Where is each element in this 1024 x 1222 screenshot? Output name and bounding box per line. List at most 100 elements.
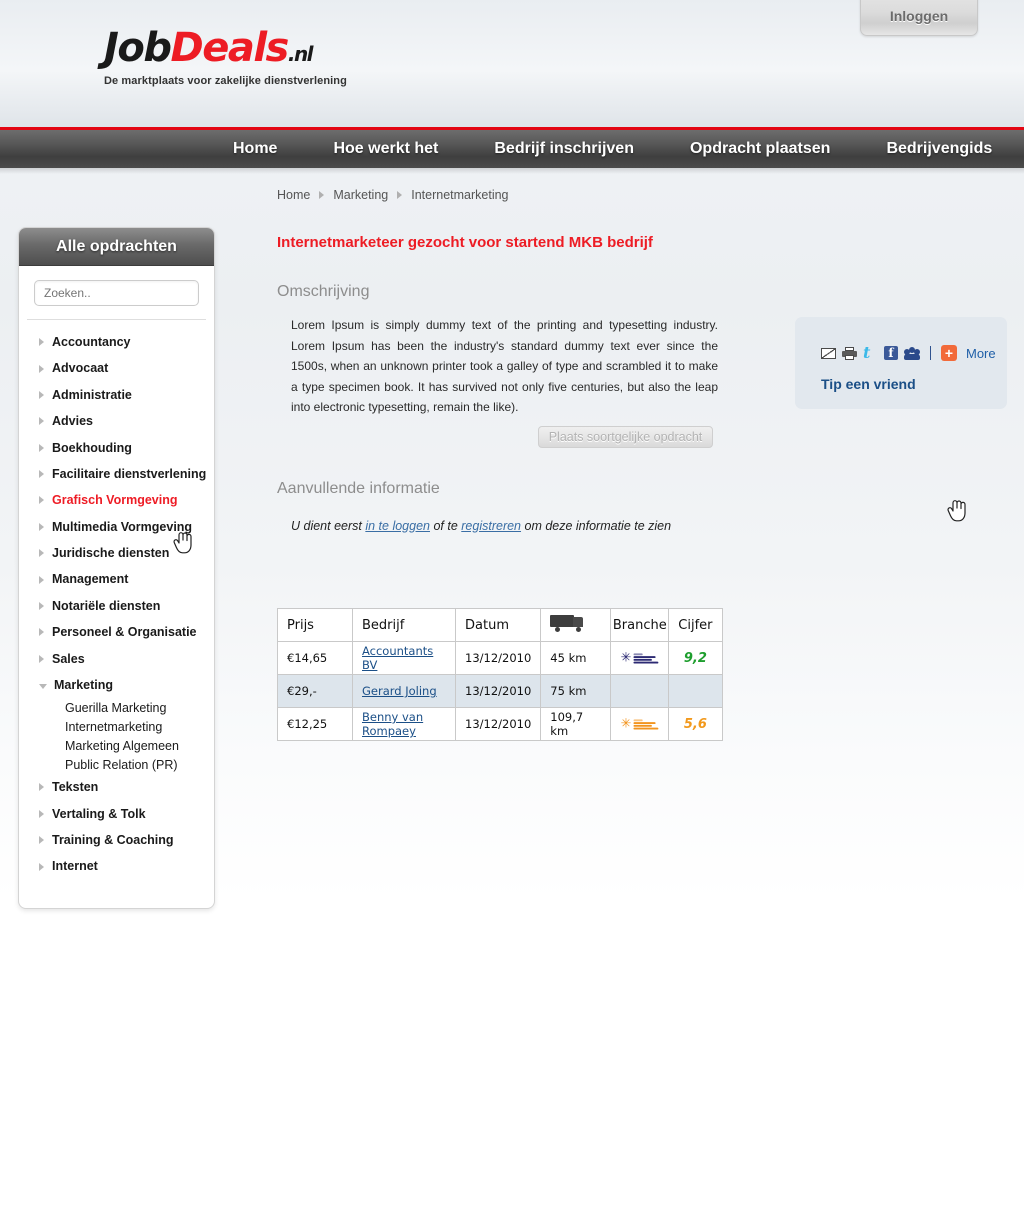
sidebar-item-label: Training & Coaching	[52, 833, 174, 847]
cell-prijs: €12,25	[277, 707, 353, 741]
chevron-right-icon	[39, 364, 44, 373]
chevron-right-icon	[39, 338, 44, 347]
sidebar-item-label: Marketing	[54, 677, 114, 692]
chevron-right-icon	[39, 443, 44, 452]
print-icon[interactable]	[842, 346, 857, 360]
company-link[interactable]: Benny van Rompaey	[362, 710, 423, 738]
sidebar-item-vertaling-tolk[interactable]: Vertaling & Tolk	[19, 801, 214, 827]
sidebar-item-grafisch-vormgeving[interactable]: Grafisch Vormgeving	[19, 487, 214, 513]
sidebar-item-label: Management	[52, 572, 129, 587]
nav-item-opdracht-plaatsen[interactable]: Opdracht plaatsen	[662, 140, 858, 158]
chevron-right-icon	[39, 522, 44, 531]
sidebar-item-label: Sales	[52, 651, 85, 666]
breadcrumb-item-internetmarketing[interactable]: Internetmarketing	[411, 188, 508, 202]
search-input[interactable]	[34, 280, 199, 306]
share-more-label[interactable]: More	[966, 346, 996, 361]
offers-table: Prijs Bedrijf Datum Branche Cijfer €14,6…	[277, 608, 723, 741]
sidebar-subitem-internetmarketing[interactable]: Internetmarketing	[19, 717, 214, 736]
sidebar-item-boekhouding[interactable]: Boekhouding	[19, 435, 214, 461]
nav-item-bedrijf-inschrijven[interactable]: Bedrijf inschrijven	[466, 140, 662, 158]
sidebar-item-notari-le-diensten[interactable]: Notariële diensten	[19, 593, 214, 619]
sidebar-search-wrap	[19, 266, 214, 319]
chevron-right-icon	[39, 549, 44, 558]
breadcrumb-item-marketing[interactable]: Marketing	[333, 188, 388, 202]
nav-item-home[interactable]: Home	[205, 140, 305, 158]
site-header: Inloggen JobDeals.nl De marktplaats voor…	[0, 0, 1024, 128]
chevron-right-icon	[39, 809, 44, 818]
th-cijfer[interactable]: Cijfer	[668, 608, 723, 642]
login-link[interactable]: in te loggen	[365, 519, 430, 533]
sidebar-subitem-public-relation-pr[interactable]: Public Relation (PR)	[19, 755, 214, 774]
description-heading: Omschrijving	[277, 283, 370, 300]
extra-info-heading: Aanvullende informatie	[277, 479, 440, 497]
breadcrumb-item-home[interactable]: Home	[277, 188, 310, 202]
sidebar-item-sales[interactable]: Sales	[19, 646, 214, 672]
site-logo[interactable]: JobDeals.nl De marktplaats voor zakelijk…	[104, 28, 347, 87]
extra-info-note: U dient eerst in te loggen of te registr…	[291, 519, 1007, 533]
cell-cijfer: 5,6	[668, 707, 723, 741]
post-similar-job-button[interactable]: Plaats soortgelijke opdracht	[538, 425, 713, 448]
th-datum[interactable]: Datum	[454, 608, 542, 642]
sidebar-item-label: Vertaling & Tolk	[52, 806, 146, 821]
sidebar-subitem-marketing-algemeen[interactable]: Marketing Algemeen	[19, 736, 214, 755]
share-icon-row: t f + More	[821, 345, 1007, 361]
cell-prijs: €14,65	[277, 641, 353, 675]
sidebar-item-training-coaching[interactable]: Training & Coaching	[19, 827, 214, 853]
breadcrumb: Home Marketing Internetmarketing	[277, 188, 1007, 202]
cell-branche: ✳	[610, 707, 670, 741]
mail-icon[interactable]	[821, 347, 836, 359]
breadcrumb-separator-icon	[319, 191, 325, 199]
th-branche[interactable]: Branche	[610, 608, 670, 642]
register-link[interactable]: registreren	[461, 519, 521, 533]
sidebar-item-internet[interactable]: Internet	[19, 853, 214, 879]
sidebar-item-teksten[interactable]: Teksten	[19, 774, 214, 800]
sidebar-item-facilitaire-dienstverlening[interactable]: Facilitaire dienstverlening	[19, 461, 214, 487]
sidebar-panel: Alle opdrachten Accountancy Advocaat Admin…	[18, 227, 215, 909]
th-distance[interactable]	[540, 608, 612, 642]
th-prijs[interactable]: Prijs	[277, 608, 353, 642]
hand-cursor-sidebar	[172, 529, 194, 555]
addthis-plus-icon[interactable]: +	[941, 345, 957, 361]
tip-a-friend-link[interactable]: Tip een vriend	[821, 376, 1007, 392]
chevron-right-icon	[39, 575, 44, 584]
chevron-right-icon	[39, 601, 44, 610]
sidebar-item-administratie[interactable]: Administratie	[19, 382, 214, 408]
sidebar-item-label: Advies	[52, 414, 93, 429]
myspace-icon[interactable]	[904, 346, 920, 360]
nav-item-hoe-werkt-het[interactable]: Hoe werkt het	[305, 140, 466, 158]
facebook-icon[interactable]: f	[884, 346, 898, 360]
company-link[interactable]: Gerard Joling	[362, 684, 437, 698]
company-link[interactable]: Accountants BV	[362, 644, 433, 672]
nav-item-bedrijvengids[interactable]: Bedrijvengids	[858, 140, 1020, 158]
description-body: Lorem Ipsum is simply dummy text of the …	[291, 318, 718, 414]
th-bedrijf[interactable]: Bedrijf	[352, 608, 456, 642]
sidebar-item-personeel-organisatie[interactable]: Personeel & Organisatie	[19, 619, 214, 645]
cell-branche: ✳	[610, 641, 670, 675]
cell-cijfer: 9,2	[668, 641, 723, 675]
sidebar-item-advies[interactable]: Advies	[19, 408, 214, 434]
sidebar-item-label: Notariële diensten	[52, 598, 161, 613]
grade-value: 5,6	[683, 716, 707, 732]
sidebar-item-label: Personeel & Organisatie	[52, 625, 197, 640]
branche-logo-orange-icon: ✳	[621, 718, 659, 730]
sidebar-item-marketing[interactable]: Marketing	[19, 672, 214, 698]
chevron-right-icon	[39, 496, 44, 505]
cell-datum: 13/12/2010	[454, 707, 542, 741]
chevron-right-icon	[39, 390, 44, 399]
table-row: €14,65 Accountants BV 13/12/2010 45 km ✳ 9,2	[277, 641, 723, 675]
chevron-right-icon	[39, 470, 44, 479]
sidebar-item-management[interactable]: Management	[19, 566, 214, 592]
logo-tagline: De marktplaats voor zakelijke dienstverl…	[104, 75, 347, 87]
grade-value: 9,2	[683, 650, 707, 666]
cell-distance: 45 km	[540, 641, 612, 675]
sidebar-item-label: Juridische diensten	[52, 546, 170, 560]
sidebar-subitem-guerilla-marketing[interactable]: Guerilla Marketing	[19, 698, 214, 717]
chevron-right-icon	[39, 417, 44, 426]
twitter-icon[interactable]: t	[863, 345, 878, 361]
branche-logo-blue-icon: ✳	[621, 652, 659, 664]
sidebar-item-accountancy[interactable]: Accountancy	[19, 329, 214, 355]
cell-branche	[610, 674, 670, 708]
chevron-right-icon	[39, 836, 44, 845]
login-button[interactable]: Inloggen	[860, 0, 978, 36]
sidebar-item-advocaat[interactable]: Advocaat	[19, 355, 214, 381]
